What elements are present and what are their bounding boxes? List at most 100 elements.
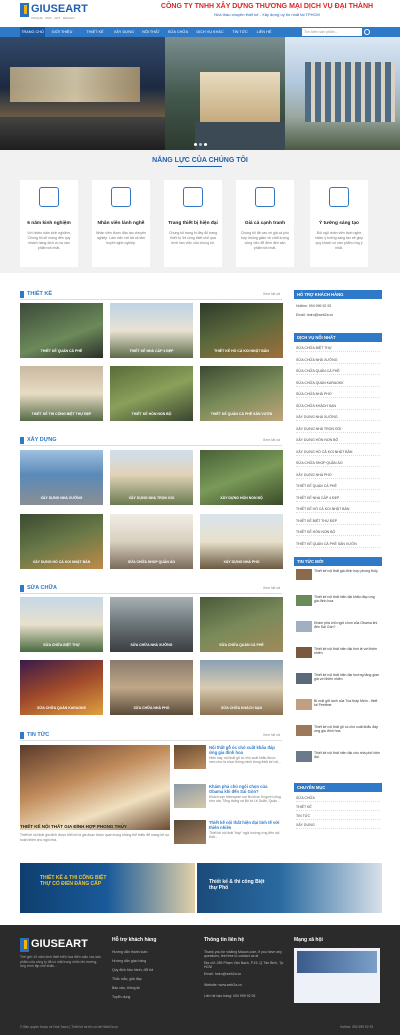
footer-link[interactable]: Tuyển dụng — [112, 995, 130, 999]
service-link[interactable]: XÂY DỰNG NHÀ XƯỞNG — [296, 413, 380, 421]
nav-news[interactable]: TIN TỨC — [228, 27, 252, 37]
service-link[interactable]: SỬA CHỮA KHÁCH SẠN — [296, 402, 380, 410]
featured-news-title[interactable]: THIẾT KẾ NỘI THẤT GIA ĐÌNH HỢP PHONG THỦ… — [20, 824, 170, 829]
nav-build[interactable]: XÂY DỰNG — [110, 27, 138, 37]
slider-dot[interactable] — [199, 143, 202, 146]
project-tile[interactable]: SỬA CHỮA SHOP QUẦN ÁO — [110, 514, 193, 569]
sidebar-news-item[interactable]: Thiết kế nội thất gỗ óc chó xuất khẩu đá… — [296, 725, 380, 737]
hero-slider[interactable] — [0, 37, 400, 150]
facebook-widget[interactable] — [294, 948, 380, 1003]
nav-services[interactable]: DỊCH VỤ KHÁC — [192, 27, 228, 37]
featured-news-image[interactable] — [20, 745, 170, 830]
project-tile[interactable]: THIẾT KẾ NHÀ CẤP 4 ĐẸP — [110, 303, 193, 358]
nav-about[interactable]: GIỚI THIỆU — [45, 27, 79, 37]
sidebar-news-item[interactable]: Thiết kế nội thất hiện đại khẩu đáp ứng … — [296, 595, 380, 607]
service-link[interactable]: SỬA CHỮA QUÁN KARAOKE — [296, 379, 380, 387]
slider-dot[interactable] — [204, 143, 207, 146]
news-title[interactable]: Khám phá chủ ngôi chọn của Obama khi đến… — [314, 621, 380, 632]
footer-link[interactable]: Hướng dẫn giao hàng — [112, 959, 146, 963]
service-link[interactable]: THIẾT KẾ BIỆT THỰ ĐẸP — [296, 517, 380, 525]
category-item[interactable]: THIẾT KẾ — [296, 803, 380, 811]
sidebar-news-item[interactable]: Thiết kế nội thất gia đình hợp phong thủ… — [296, 569, 380, 581]
project-tile[interactable]: THIẾT KẾ HỒN NON BỘ — [110, 366, 193, 421]
project-tile[interactable]: THIẾT KẾ THI CÔNG BIỆT THỰ ĐẸP — [20, 366, 103, 421]
sidebar-news-item[interactable]: Khám phá chủ ngôi chọn của Obama khi đến… — [296, 621, 380, 633]
nav-interior[interactable]: NỘI THẤT — [138, 27, 164, 37]
card-title: Trang thiết bị hiện đại — [168, 221, 218, 226]
project-tile[interactable]: XÂY DỰNG NHÀ XƯỞNG — [20, 450, 103, 505]
category-item[interactable]: XÂY DỰNG — [296, 821, 380, 829]
news-title[interactable]: Thiết kế nội thất hiện đại tinh tế với t… — [209, 820, 282, 830]
promo-banner-classic-villa[interactable]: THIẾT KẾ & THI CÔNG BIỆT THỰ CỔ ĐIỂN ĐẲN… — [20, 863, 195, 913]
project-tile[interactable]: SỬA CHỮA NHÀ PHỐ — [110, 660, 193, 715]
hero-image-living-room — [0, 37, 165, 150]
tile-label: SỬA CHỮA SHOP QUẦN ÁO — [127, 560, 176, 564]
project-tile[interactable]: THIẾT KẾ QUÁN CÀ PHÊ — [20, 303, 103, 358]
news-title[interactable]: Thiết kế nội thất hiện đại tinh tế với t… — [314, 647, 380, 658]
email-text[interactable]: Email: hotro@web2a.vn — [296, 311, 380, 319]
news-title[interactable]: Thiết kế nội thất gia đình hợp phong thủ… — [314, 569, 380, 580]
news-row[interactable]: Nội thất gỗ óc chó xuất khẩu đáp ứng gia… — [174, 745, 282, 773]
idea-icon — [329, 187, 349, 207]
hotline-text[interactable]: Hotline: 094 999 92 93 — [296, 302, 380, 310]
news-title[interactable]: Nội thất gỗ óc chó xuất khẩu đáp ứng gia… — [209, 745, 282, 755]
nav-repair[interactable]: SỬA CHỮA — [164, 27, 192, 37]
service-link[interactable]: THIẾT KẾ NHÀ CẤP 4 ĐẸP — [296, 494, 380, 502]
service-link[interactable]: XÂY DỰNG HỒ CÁ KOI NHẬT BẢN — [296, 448, 380, 456]
project-tile[interactable]: THIẾT KẾ HỒ CÁ KOI NHẬT BẢN — [200, 303, 283, 358]
service-link[interactable]: SỬA CHỮA BIỆT THỰ — [296, 344, 380, 352]
project-tile[interactable]: THIẾT KẾ QUÁN CÀ PHÊ SÂN VƯỜN — [200, 366, 283, 421]
service-link[interactable]: SỬA CHỮA QUÁN CÀ PHÊ — [296, 367, 380, 375]
service-link[interactable]: SỬA CHỮA SHOP QUẦN ÁO — [296, 459, 380, 467]
sidebar-news-item[interactable]: Thiết kế nội thất hiện đại hướng tăng gi… — [296, 673, 380, 685]
project-tile[interactable]: XÂY DỰNG HỒN NON BỘ — [200, 450, 283, 505]
news-title[interactable]: Khám phá chủ ngôi chọn của Obama khi đến… — [209, 784, 282, 794]
news-title[interactable]: Thiết kế nội thất hiện đại khẩu đáp ứng … — [314, 595, 380, 606]
news-row[interactable]: Khám phá chủ ngôi chọn của Obama khi đến… — [174, 784, 282, 812]
view-all-link[interactable]: Xem tất cả — [263, 438, 280, 442]
search-icon[interactable] — [364, 29, 370, 35]
category-item[interactable]: TIN TỨC — [296, 812, 380, 820]
service-link[interactable]: THIẾT KẾ HỒ CÁ KOI NHẬT BẢN — [296, 505, 380, 513]
news-title[interactable]: Thiết kế nội thất gỗ óc chó xuất khẩu đá… — [314, 725, 380, 736]
view-all-link[interactable]: Xem tất cả — [263, 292, 280, 296]
project-tile[interactable]: XÂY DỰNG HỒ CÁ KOI NHẬT BẢN — [20, 514, 103, 569]
nav-design[interactable]: THIẾT KẾ — [80, 27, 110, 37]
promo-banner-townhouse[interactable]: Thiết kế & thi công Biệt thự Phố — [197, 863, 382, 913]
nav-home[interactable]: TRANG CHỦ — [20, 27, 45, 37]
footer-link[interactable]: Hướng dẫn thanh toán — [112, 950, 147, 954]
view-all-link[interactable]: Xem tất cả — [263, 733, 280, 737]
nav-contact[interactable]: LIÊN HỆ — [252, 27, 276, 37]
project-tile[interactable]: SỬA CHỮA BIỆT THỰ — [20, 597, 103, 652]
news-title[interactable]: Thiết kế nội thất hiện đại cho nhà phố h… — [314, 751, 380, 762]
sidebar-news-item[interactable]: Bí mật giữ lạnh của Tòa tháp Mein - thiế… — [296, 699, 380, 711]
search-input[interactable]: Tìm kiếm sản phẩm... — [302, 28, 362, 36]
service-link[interactable]: XÂY DỰNG HỒN NON BỘ — [296, 436, 380, 444]
service-link[interactable]: XÂY DỰNG NHÀ PHỐ — [296, 471, 380, 479]
project-tile[interactable]: SỬA CHỮA KHÁCH SẠN — [200, 660, 283, 715]
site-logo[interactable]: GIUSEART UNIQUE · PRO · ART · DESIGN — [20, 3, 88, 23]
service-link[interactable]: XÂY DỰNG NHÀ TRỌN GÓI — [296, 425, 380, 433]
footer-link[interactable]: Báo cáo, thông tin — [112, 986, 140, 990]
project-tile[interactable]: XÂY DỰNG NHÀ TRỌN GÓI — [110, 450, 193, 505]
project-tile[interactable]: SỬA CHỮA QUÁN KARAOKE — [20, 660, 103, 715]
service-link[interactable]: SỬA CHỮA NHÀ XƯỞNG — [296, 356, 380, 364]
logo-icon — [20, 3, 29, 17]
service-link[interactable]: THIẾT KẾ QUÁN CÀ PHÊ — [296, 482, 380, 490]
news-title[interactable]: Bí mật giữ lạnh của Tòa tháp Mein - thiế… — [314, 699, 380, 710]
slider-dot[interactable] — [194, 143, 197, 146]
footer-link[interactable]: Quy định bảo hành, đổi trả — [112, 968, 153, 972]
category-item[interactable]: SỬA CHỮA — [296, 794, 380, 802]
sidebar-news-item[interactable]: Thiết kế nội thất hiện đại cho nhà phố h… — [296, 751, 380, 763]
view-all-link[interactable]: Xem tất cả — [263, 586, 280, 590]
news-title[interactable]: Thiết kế nội thất hiện đại hướng tăng gi… — [314, 673, 380, 684]
news-row[interactable]: Thiết kế nội thất hiện đại tinh tế với t… — [174, 820, 282, 848]
service-link[interactable]: THIẾT KẾ HỒN NON BỘ — [296, 528, 380, 536]
sidebar-news-item[interactable]: Thiết kế nội thất hiện đại tinh tế với t… — [296, 647, 380, 659]
footer-link[interactable]: Thắc mắc, giải đáp — [112, 977, 142, 981]
service-link[interactable]: SỬA CHỮA NHÀ PHỐ — [296, 390, 380, 398]
project-tile[interactable]: SỬA CHỮA QUÁN CÀ PHÊ — [200, 597, 283, 652]
project-tile[interactable]: SỬA CHỮA NHÀ XƯỞNG — [110, 597, 193, 652]
service-link[interactable]: THIẾT KẾ QUÁN CÀ PHÊ SÂN VƯỜN — [296, 540, 380, 548]
project-tile[interactable]: XÂY DỰNG NHÀ PHỐ — [200, 514, 283, 569]
